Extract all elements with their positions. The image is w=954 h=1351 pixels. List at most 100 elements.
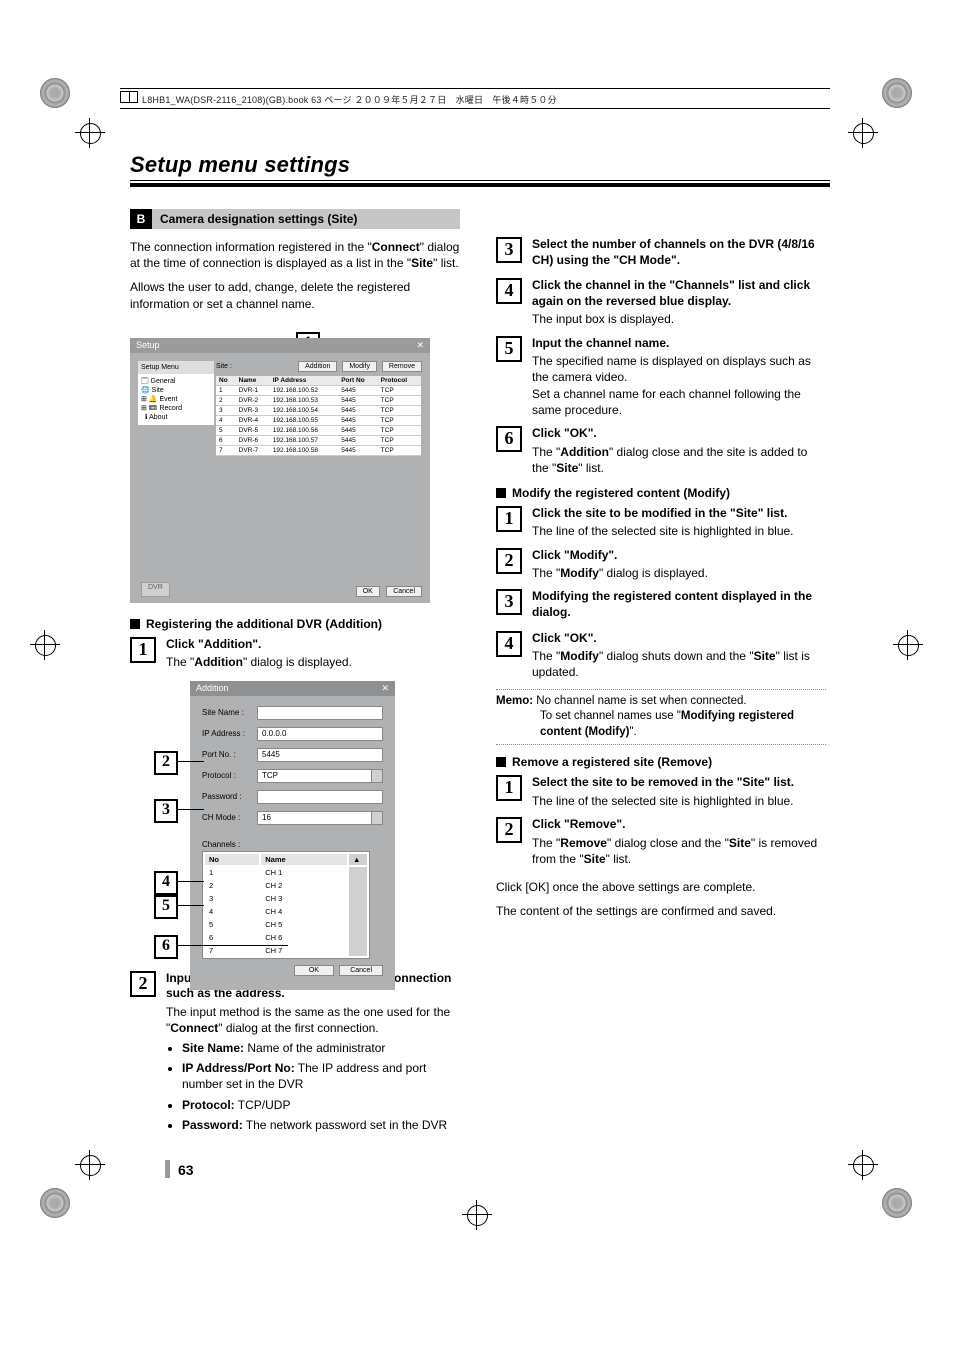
subhead-remove: Remove a registered site (Remove) bbox=[496, 755, 826, 769]
intro-paragraph: The connection information registered in… bbox=[130, 239, 460, 271]
subhead-modify: Modify the registered content (Modify) bbox=[496, 486, 826, 500]
modify-step-2: 2 Click "Modify". The "Modify" dialog is… bbox=[496, 548, 826, 582]
reg-mark-icon bbox=[40, 1188, 70, 1218]
step-6: 6 Click "OK". The "Addition" dialog clos… bbox=[496, 426, 826, 476]
crosshair-icon bbox=[30, 630, 60, 660]
dialog-title: Addition bbox=[196, 683, 229, 694]
crosshair-icon bbox=[893, 630, 923, 660]
step-number: 3 bbox=[496, 589, 522, 615]
table-row: 6CH 6 bbox=[205, 932, 367, 943]
crosshair-icon bbox=[848, 118, 878, 148]
print-header: L8HB1_WA(DSR-2116_2108)(GB).book 63 ページ … bbox=[120, 88, 830, 109]
step-2: 2 Input the information necessary to the… bbox=[130, 971, 460, 1142]
intro-paragraph-2: Allows the user to add, change, delete t… bbox=[130, 279, 460, 311]
cancel-button[interactable]: Cancel bbox=[386, 586, 422, 597]
memo-box: Memo: No channel name is set when connec… bbox=[496, 689, 826, 746]
figure-addition-dialog: Addition✕ Site Name : IP Address :0.0.0.… bbox=[190, 681, 395, 990]
callout-2: 2 bbox=[154, 751, 178, 775]
crosshair-icon bbox=[848, 1150, 878, 1180]
reg-mark-icon bbox=[882, 78, 912, 108]
tail-text: Click [OK] once the above settings are c… bbox=[496, 879, 826, 895]
callout-lead bbox=[176, 881, 204, 882]
table-row: 7CH 7 bbox=[205, 945, 367, 956]
modify-step-4: 4 Click "OK". The "Modify" dialog shuts … bbox=[496, 631, 826, 681]
setup-tree[interactable]: Setup Menu 🗔 General 🌐 Site ⊞ 🔔 Event ⊞ … bbox=[138, 361, 214, 426]
table-row: 2CH 2 bbox=[205, 880, 367, 891]
table-row: 1DVR-1192.168.100.525445TCP bbox=[216, 385, 421, 395]
step-number: 6 bbox=[496, 426, 522, 452]
table-row: 2DVR-2192.168.100.535445TCP bbox=[216, 395, 421, 405]
field-list: Site Name: Name of the administrator IP … bbox=[166, 1040, 460, 1133]
step-5: 5 Input the channel name. The specified … bbox=[496, 336, 826, 418]
protocol-select[interactable]: TCP bbox=[257, 769, 383, 783]
callout-5: 5 bbox=[154, 895, 178, 919]
remove-step-2: 2 Click "Remove". The "Remove" dialog cl… bbox=[496, 817, 826, 867]
channels-table[interactable]: NoName▲ 1CH 1 2CH 2 3CH 3 4CH 4 5CH 5 6C… bbox=[202, 851, 370, 959]
step-3: 3 Select the number of channels on the D… bbox=[496, 237, 826, 270]
crosshair-icon bbox=[75, 118, 105, 148]
close-icon[interactable]: ✕ bbox=[416, 340, 424, 351]
page-title: Setup menu settings bbox=[130, 152, 830, 187]
ip-input[interactable]: 0.0.0.0 bbox=[257, 727, 383, 741]
step-number: 2 bbox=[130, 971, 156, 997]
remove-step-1: 1 Select the site to be removed in the "… bbox=[496, 775, 826, 809]
crosshair-icon bbox=[75, 1150, 105, 1180]
table-row: 5DVR-5192.168.100.565445TCP bbox=[216, 425, 421, 435]
site-table[interactable]: No Name IP Address Port No Protocol 1DVR… bbox=[216, 376, 421, 456]
section-letter: B bbox=[130, 209, 152, 229]
dvr-button[interactable]: DVR bbox=[141, 582, 170, 597]
close-icon[interactable]: ✕ bbox=[381, 683, 389, 694]
site-label: Site : bbox=[216, 363, 232, 370]
callout-lead bbox=[176, 905, 204, 906]
addition-button[interactable]: Addition bbox=[298, 361, 337, 372]
step-number: 2 bbox=[496, 817, 522, 843]
callout-lead bbox=[176, 809, 204, 810]
ok-button[interactable]: OK bbox=[294, 965, 334, 976]
modify-step-1: 1 Click the site to be modified in the "… bbox=[496, 506, 826, 540]
callout-6: 6 bbox=[154, 935, 178, 959]
section-label: Camera designation settings (Site) bbox=[160, 212, 357, 226]
callout-4: 4 bbox=[154, 871, 178, 895]
callout-lead bbox=[176, 945, 288, 946]
book-icon bbox=[120, 91, 138, 103]
cancel-button[interactable]: Cancel bbox=[339, 965, 383, 976]
reg-mark-icon bbox=[40, 78, 70, 108]
step-number: 4 bbox=[496, 631, 522, 657]
step-number: 1 bbox=[130, 637, 156, 663]
header-text: L8HB1_WA(DSR-2116_2108)(GB).book 63 ページ … bbox=[142, 95, 557, 105]
dialog-title: Setup bbox=[136, 340, 160, 351]
callout-3: 3 bbox=[154, 799, 178, 823]
step-1: 1 Click "Addition". The "Addition" dialo… bbox=[130, 637, 460, 671]
subhead-register: Registering the additional DVR (Addition… bbox=[130, 617, 460, 631]
page-number: 63 bbox=[165, 1160, 194, 1178]
step-number: 1 bbox=[496, 506, 522, 532]
figure-setup-dialog: Setup ✕ Setup Menu 🗔 General 🌐 Site ⊞ 🔔 E… bbox=[130, 338, 430, 603]
tail-text: The content of the settings are confirme… bbox=[496, 903, 826, 919]
table-row: 1CH 1 bbox=[205, 867, 367, 878]
table-row: 7DVR-7192.168.100.585445TCP bbox=[216, 445, 421, 455]
section-header: B Camera designation settings (Site) bbox=[130, 209, 460, 229]
ok-button[interactable]: OK bbox=[356, 586, 380, 597]
step-number: 4 bbox=[496, 278, 522, 304]
step-number: 1 bbox=[496, 775, 522, 801]
table-row: 6DVR-6192.168.100.575445TCP bbox=[216, 435, 421, 445]
step-4: 4 Click the channel in the "Channels" li… bbox=[496, 278, 826, 327]
modify-button[interactable]: Modify bbox=[342, 361, 377, 372]
sitename-input[interactable] bbox=[257, 706, 383, 720]
table-row: 4CH 4 bbox=[205, 906, 367, 917]
password-input[interactable] bbox=[257, 790, 383, 804]
callout-lead bbox=[176, 761, 204, 762]
step-number: 2 bbox=[496, 548, 522, 574]
port-input[interactable]: 5445 bbox=[257, 748, 383, 762]
chmode-select[interactable]: 16 bbox=[257, 811, 383, 825]
remove-button[interactable]: Remove bbox=[382, 361, 422, 372]
step-number: 5 bbox=[496, 336, 522, 362]
table-row: 5CH 5 bbox=[205, 919, 367, 930]
modify-step-3: 3 Modifying the registered content displ… bbox=[496, 589, 826, 622]
crosshair-icon bbox=[462, 1200, 492, 1230]
reg-mark-icon bbox=[882, 1188, 912, 1218]
table-row: 3CH 3 bbox=[205, 893, 367, 904]
table-row: 3DVR-3192.168.100.545445TCP bbox=[216, 405, 421, 415]
table-row: 4DVR-4192.168.100.555445TCP bbox=[216, 415, 421, 425]
step-number: 3 bbox=[496, 237, 522, 263]
